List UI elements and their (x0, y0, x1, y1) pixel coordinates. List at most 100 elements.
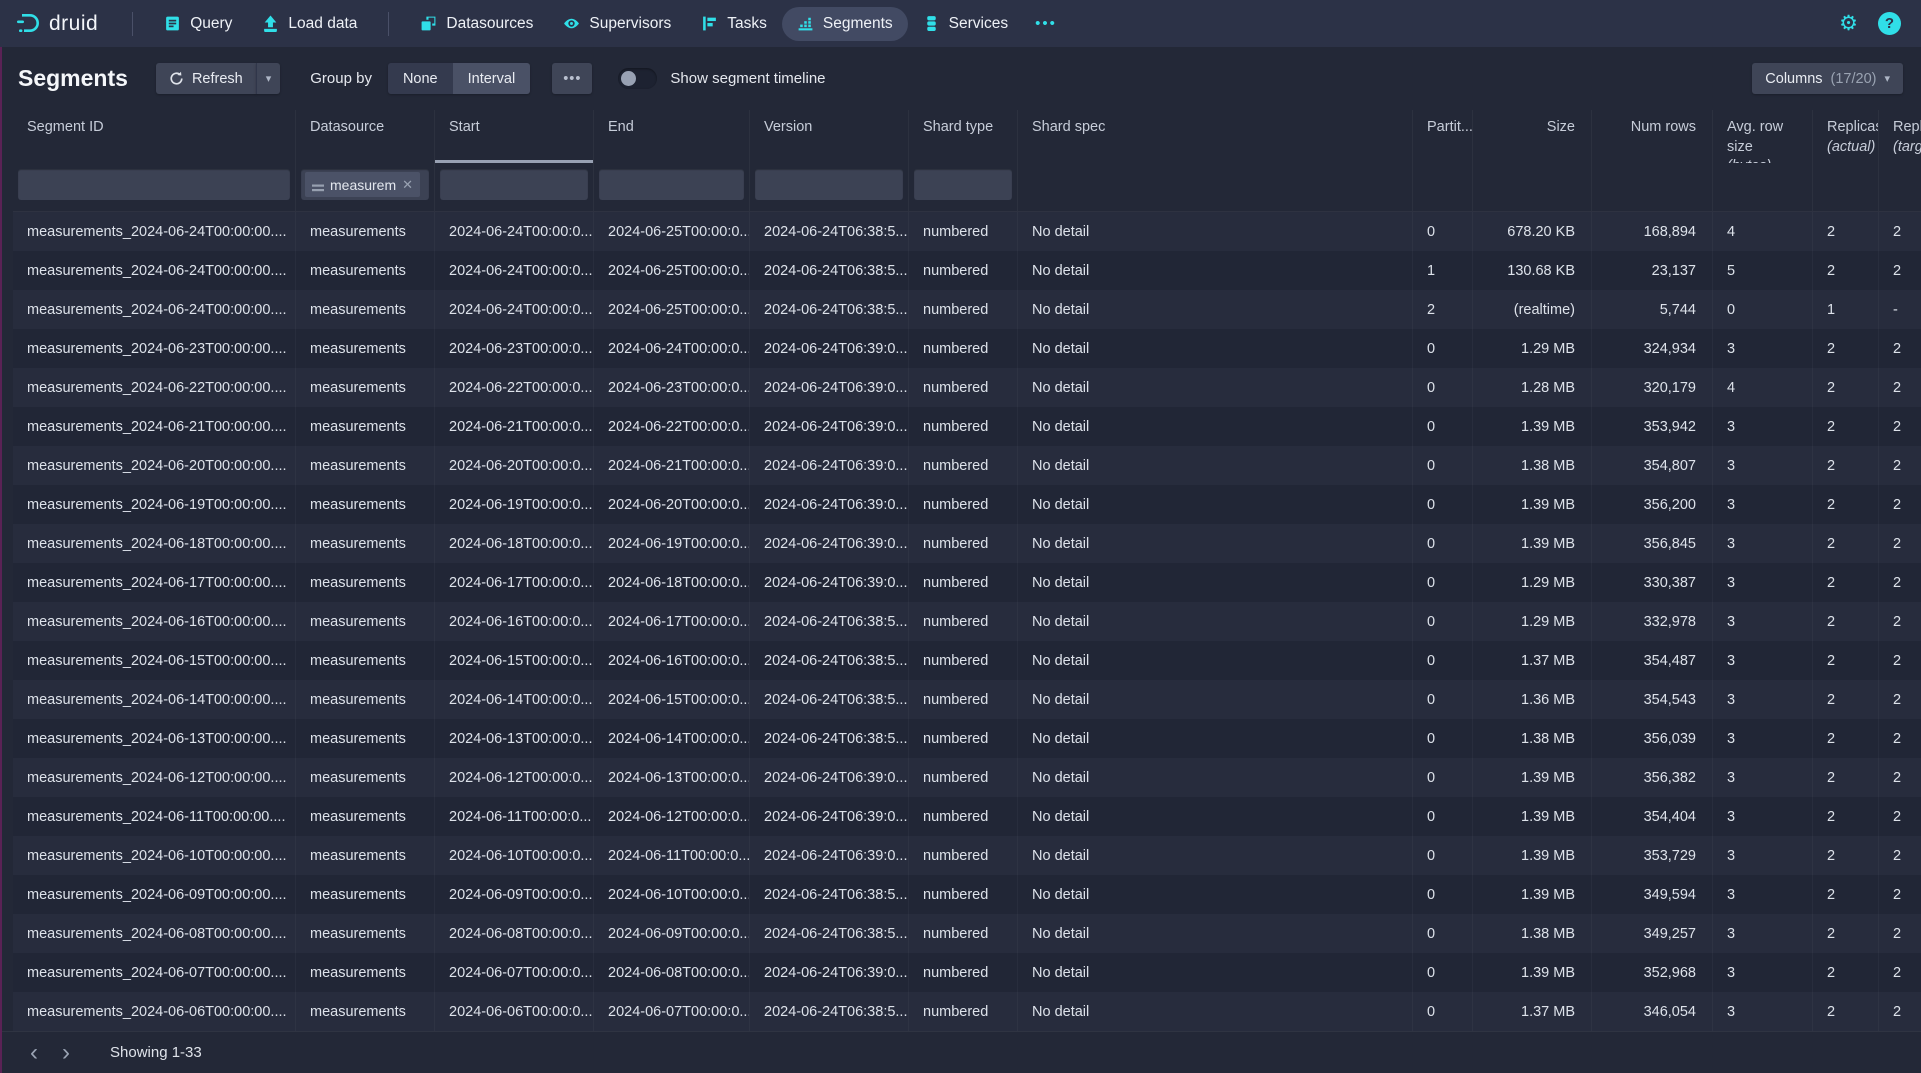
table-row: measurements_2024-06-14T00:00:00....meas… (13, 680, 1921, 719)
group-by-none-button[interactable]: None (388, 63, 453, 94)
cell-version: 2024-06-24T06:38:5... (750, 719, 909, 758)
filter-input-shard_type[interactable] (914, 169, 1012, 200)
nav-item-datasources[interactable]: Datasources (405, 7, 548, 41)
cell-end: 2024-06-09T00:00:0... (594, 914, 750, 953)
timeline-toggle-wrap: Show segment timeline (618, 68, 825, 89)
nav-item-load-data[interactable]: Load data (247, 7, 372, 41)
timeline-label: Show segment timeline (670, 70, 825, 87)
cell-replicas: 2 (1813, 992, 1879, 1031)
cell-datasource: measurements (296, 797, 435, 836)
cell-datasource: measurements (296, 446, 435, 485)
column-header-datasource[interactable]: Datasource (296, 110, 435, 163)
table-row: measurements_2024-06-24T00:00:00....meas… (13, 290, 1921, 329)
filter-input-datasource[interactable]: measurem✕ (301, 169, 429, 200)
group-by-interval-button[interactable]: Interval (453, 63, 531, 94)
cell-replication_factor: 2 (1879, 602, 1921, 641)
cell-datasource: measurements (296, 914, 435, 953)
nav-more-button[interactable]: ••• (1023, 7, 1069, 40)
cell-version: 2024-06-24T06:39:0... (750, 446, 909, 485)
nav-item-query[interactable]: Query (149, 7, 247, 41)
filter-cell-version (750, 163, 909, 211)
cell-partition: 0 (1413, 446, 1473, 485)
column-header-size[interactable]: Size (1473, 110, 1592, 163)
nav-item-tasks[interactable]: Tasks (686, 7, 782, 41)
cell-shard_spec: No detail (1018, 953, 1413, 992)
cell-end: 2024-06-22T00:00:0... (594, 407, 750, 446)
cell-version: 2024-06-24T06:38:5... (750, 914, 909, 953)
cell-start: 2024-06-10T00:00:0... (435, 836, 594, 875)
cell-start: 2024-06-20T00:00:0... (435, 446, 594, 485)
filter-cell-start (435, 163, 594, 211)
nav-item-services[interactable]: Services (908, 7, 1023, 41)
toolbar-more-button[interactable]: ••• (552, 63, 592, 94)
navbar: druid Query Load data Datasources Superv… (0, 0, 1921, 47)
cell-datasource: measurements (296, 758, 435, 797)
cell-shard_spec: No detail (1018, 485, 1413, 524)
cell-segment_id: measurements_2024-06-06T00:00:00.... (13, 992, 296, 1031)
cell-avg_row_size: 3 (1713, 680, 1813, 719)
cell-replication_factor: 2 (1879, 836, 1921, 875)
cell-num_rows: 356,039 (1592, 719, 1713, 758)
cell-start: 2024-06-19T00:00:0... (435, 485, 594, 524)
column-header-replication_factor[interactable]: Replication factor(target) (1879, 110, 1921, 163)
column-header-partition[interactable]: Partit... (1413, 110, 1473, 163)
cell-datasource: measurements (296, 524, 435, 563)
filter-input-start[interactable] (440, 169, 588, 200)
cell-size: 1.38 MB (1473, 914, 1592, 953)
cell-datasource: measurements (296, 836, 435, 875)
upload-icon (262, 15, 279, 32)
cell-start: 2024-06-24T00:00:0... (435, 290, 594, 329)
prev-page-button[interactable]: ‹ (18, 1041, 50, 1065)
cell-segment_id: measurements_2024-06-08T00:00:00.... (13, 914, 296, 953)
cell-shard_type: numbered (909, 875, 1018, 914)
services-icon (923, 15, 940, 32)
column-header-segment_id[interactable]: Segment ID (13, 110, 296, 163)
nav-item-segments[interactable]: Segments (782, 7, 908, 41)
filter-input-version[interactable] (755, 169, 903, 200)
cell-segment_id: measurements_2024-06-24T00:00:00.... (13, 251, 296, 290)
nav-label: Services (949, 15, 1008, 33)
cell-num_rows: 354,543 (1592, 680, 1713, 719)
column-header-avg_row_size[interactable]: Avg. row size(bytes) (1713, 110, 1813, 163)
cell-replicas: 2 (1813, 329, 1879, 368)
druid-brand[interactable]: druid (14, 11, 98, 37)
datasources-icon (420, 15, 437, 32)
cell-num_rows: 354,807 (1592, 446, 1713, 485)
nav-label: Segments (823, 15, 893, 33)
cell-version: 2024-06-24T06:39:0... (750, 563, 909, 602)
column-header-start[interactable]: Start (435, 110, 594, 163)
cell-avg_row_size: 3 (1713, 524, 1813, 563)
help-icon[interactable]: ? (1878, 12, 1901, 35)
cell-start: 2024-06-08T00:00:0... (435, 914, 594, 953)
refresh-caret-button[interactable]: ▾ (256, 63, 281, 94)
filter-input-end[interactable] (599, 169, 744, 200)
column-header-end[interactable]: End (594, 110, 750, 163)
cell-size: 1.29 MB (1473, 329, 1592, 368)
column-header-replicas[interactable]: Replicas(actual) (1813, 110, 1879, 163)
filter-cell-end (594, 163, 750, 211)
cell-num_rows: 330,387 (1592, 563, 1713, 602)
cell-avg_row_size: 3 (1713, 602, 1813, 641)
nav-item-supervisors[interactable]: Supervisors (548, 7, 686, 41)
refresh-button[interactable]: Refresh (156, 63, 256, 94)
refresh-label: Refresh (192, 71, 243, 87)
columns-button[interactable]: Columns (17/20) ▾ (1752, 63, 1903, 94)
column-header-shard_type[interactable]: Shard type (909, 110, 1018, 163)
column-header-version[interactable]: Version (750, 110, 909, 163)
column-header-shard_spec[interactable]: Shard spec (1018, 110, 1413, 163)
segments-icon (797, 15, 814, 32)
cell-version: 2024-06-24T06:38:5... (750, 680, 909, 719)
chip-close-icon[interactable]: ✕ (402, 177, 413, 193)
filter-input-segment_id[interactable] (18, 169, 290, 200)
table-filter-row: measurem✕ (13, 163, 1921, 212)
cell-size: 1.39 MB (1473, 875, 1592, 914)
cell-shard_type: numbered (909, 446, 1018, 485)
datasource-filter-chip[interactable]: measurem✕ (305, 172, 420, 197)
column-header-num_rows[interactable]: Num rows (1592, 110, 1713, 163)
timeline-toggle[interactable] (618, 68, 657, 89)
gear-icon[interactable]: ⚙ (1839, 13, 1858, 34)
next-page-button[interactable]: › (50, 1041, 82, 1065)
cell-shard_type: numbered (909, 485, 1018, 524)
cell-version: 2024-06-24T06:38:5... (750, 602, 909, 641)
cell-size: 130.68 KB (1473, 251, 1592, 290)
